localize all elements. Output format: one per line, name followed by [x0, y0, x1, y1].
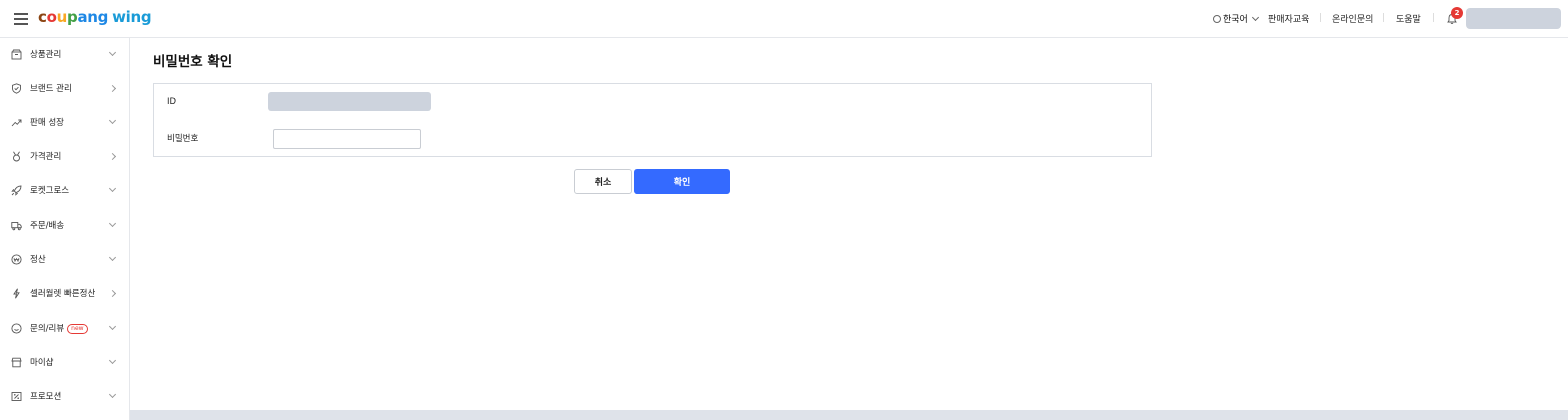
medal-icon: [13, 151, 20, 161]
new-badge: new: [67, 323, 88, 334]
sidebar-item-rocket-growth[interactable]: 로켓그로스: [0, 175, 129, 205]
chevron-right-icon: [108, 289, 117, 297]
sidebar-item-label: 주문/배송: [30, 221, 65, 231]
sidebar-item-promotion[interactable]: 프로모션: [0, 381, 129, 411]
id-value-redacted: [268, 92, 431, 111]
coupang-wing-logo[interactable]: coupang wing: [38, 8, 152, 26]
footer-strip: [130, 410, 1568, 420]
sidebar-item-label: 브랜드 관리: [30, 84, 72, 94]
password-label: 비밀번호: [167, 134, 199, 144]
password-confirm-form: ID 비밀번호: [153, 83, 1152, 157]
globe-icon: [1213, 14, 1221, 23]
chevron-down-icon: [108, 116, 117, 125]
sidebar-item-pricing[interactable]: 가격관리: [0, 141, 129, 171]
shop-icon: [11, 357, 22, 367]
lightning-icon: [13, 288, 20, 298]
sidebar-item-seller-wallet[interactable]: 셀러월렛 빠른정산: [0, 278, 129, 308]
sidebar-item-label: 상품관리: [30, 50, 62, 60]
help-link[interactable]: 도움말: [1396, 12, 1421, 25]
divider: [1383, 13, 1384, 22]
smile-icon: [11, 322, 22, 334]
sidebar-item-products[interactable]: 상품관리: [0, 39, 129, 69]
truck-icon: [11, 221, 22, 230]
main-content: 비밀번호 확인 ID 비밀번호 취소 확인: [130, 38, 1568, 410]
language-label: 한국어: [1223, 15, 1248, 25]
password-input[interactable]: [273, 129, 421, 149]
chevron-down-icon: [108, 390, 117, 399]
shield-check-icon: [12, 82, 21, 94]
chevron-down-icon: [108, 219, 117, 228]
id-label: ID: [167, 97, 177, 107]
notification-count-badge: 2: [1451, 7, 1463, 19]
sidebar-item-label: 문의/리뷰 new: [30, 322, 88, 334]
language-selector[interactable]: 한국어: [1213, 12, 1259, 25]
coupon-icon: [11, 391, 22, 401]
trend-up-icon: [11, 119, 22, 126]
cancel-button[interactable]: 취소: [574, 169, 632, 194]
won-coin-icon: [11, 253, 22, 265]
chevron-right-icon: [108, 152, 117, 160]
online-inquiry-link[interactable]: 온라인문의: [1332, 12, 1373, 25]
sidebar-item-label: 마이샵: [30, 358, 54, 368]
box-icon: [11, 49, 22, 59]
chevron-down-icon: [108, 184, 117, 193]
sidebar-item-my-shop[interactable]: 마이샵: [0, 347, 129, 377]
divider: [1433, 13, 1434, 22]
chevron-right-icon: [108, 84, 117, 92]
sidebar-item-orders[interactable]: 주문/배송: [0, 210, 129, 240]
sidebar-item-inquiries-reviews[interactable]: 문의/리뷰 new: [0, 313, 129, 343]
account-menu[interactable]: [1466, 8, 1561, 29]
top-header: coupang wing 한국어 판매자교육 온라인문의 도움말 2: [0, 0, 1568, 38]
sidebar: 상품관리 브랜드 관리 판매 성장 가격관리 로켓그로스 주문/배송 정산 셀러…: [0, 38, 130, 420]
sidebar-item-label: 판매 성장: [30, 118, 64, 128]
chevron-down-icon: [108, 253, 117, 262]
rocket-icon: [11, 185, 22, 196]
sidebar-item-label: 셀러월렛 빠른정산: [30, 289, 96, 299]
chevron-down-icon: [108, 322, 117, 331]
menu-icon[interactable]: [14, 13, 28, 25]
sidebar-item-label: 프로모션: [30, 392, 62, 402]
sidebar-item-label: 로켓그로스: [30, 186, 70, 196]
chevron-down-icon: [108, 48, 117, 57]
confirm-button[interactable]: 확인: [634, 169, 730, 194]
sidebar-item-sales-growth[interactable]: 판매 성장: [0, 107, 129, 137]
sidebar-item-brand[interactable]: 브랜드 관리: [0, 73, 129, 103]
seller-education-link[interactable]: 판매자교육: [1268, 12, 1309, 25]
divider: [1320, 13, 1321, 22]
sidebar-item-label: 가격관리: [30, 152, 62, 162]
sidebar-item-settlement[interactable]: 정산: [0, 244, 129, 274]
page-title: 비밀번호 확인: [153, 54, 233, 70]
sidebar-item-label: 정산: [30, 255, 46, 265]
chevron-down-icon: [108, 356, 117, 365]
chevron-down-icon: [1251, 13, 1259, 21]
